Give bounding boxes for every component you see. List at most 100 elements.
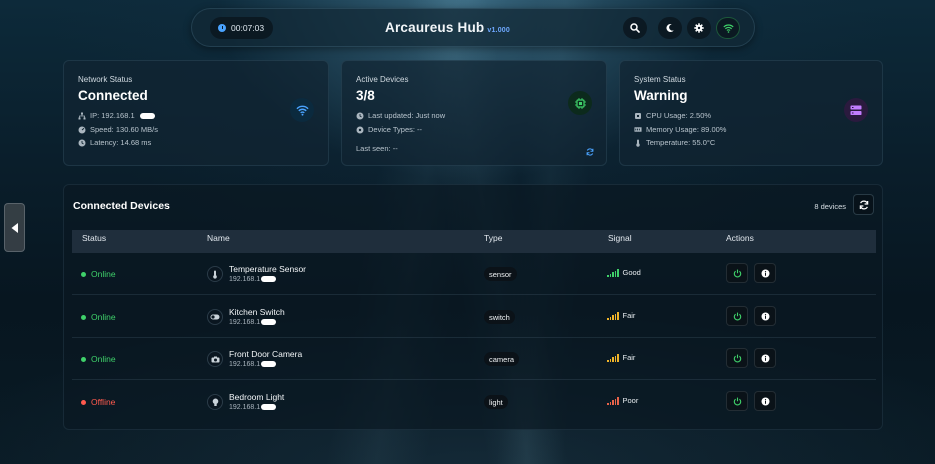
wifi-icon <box>290 98 314 122</box>
power-icon <box>733 354 741 362</box>
signal-bars-icon <box>607 397 619 405</box>
device-types-text: Device Types: -- <box>368 125 423 134</box>
connection-button[interactable] <box>716 17 740 39</box>
network-speed: Speed: 130.60 MB/s <box>78 125 158 134</box>
redacted-ip <box>261 276 277 283</box>
temperature: Temperature: 55.0°C <box>634 138 715 147</box>
table-row: Online Temperature Sensor 192.168.1 sens… <box>72 253 876 295</box>
network-ip: IP: 192.168.1 <box>78 111 155 120</box>
thermometer-icon <box>634 139 642 147</box>
active-devices-card: Active Devices 3/8 Last updated: Just no… <box>341 60 607 166</box>
refresh-button[interactable] <box>853 194 874 215</box>
redacted-ip <box>261 404 277 411</box>
power-button[interactable] <box>726 348 748 368</box>
theme-toggle-button[interactable] <box>658 17 682 39</box>
connected-devices-panel: Connected Devices 8 devices Status Name … <box>63 184 883 430</box>
status-text: Online <box>91 312 116 322</box>
sidebar-toggle-button[interactable] <box>4 203 25 252</box>
device-signal: Poor <box>607 396 638 405</box>
device-ip: 192.168.1 <box>229 319 277 326</box>
last-updated: Last updated: Just now <box>356 111 445 120</box>
clock-icon <box>356 112 364 120</box>
col-name: Name <box>207 233 230 243</box>
device-type-badge: camera <box>484 352 520 366</box>
status-dot <box>81 314 86 320</box>
device-signal: Fair <box>607 353 635 362</box>
device-signal: Good <box>607 268 641 277</box>
network-latency-text: Latency: 14.68 ms <box>90 138 152 147</box>
signal-bars-icon <box>607 312 619 320</box>
camera-icon <box>207 351 223 367</box>
signal-text: Poor <box>622 396 639 405</box>
refresh-icon <box>859 200 868 209</box>
speed-icon <box>78 126 86 134</box>
device-type-badge: light <box>484 395 508 409</box>
power-button[interactable] <box>726 263 748 283</box>
device-status: Offline <box>81 397 115 407</box>
status-dot <box>81 356 86 362</box>
panel-title: Connected Devices <box>73 200 170 212</box>
lightbulb-icon <box>207 394 223 410</box>
power-button[interactable] <box>726 391 748 411</box>
network-speed-text: Speed: 130.60 MB/s <box>90 125 158 134</box>
clock-icon <box>78 139 86 147</box>
col-actions: Actions <box>726 233 754 243</box>
server-icon <box>844 98 868 122</box>
info-button[interactable] <box>754 306 776 326</box>
power-icon <box>733 312 741 320</box>
col-type: Type <box>484 233 503 243</box>
info-icon <box>761 354 769 362</box>
device-signal: Fair <box>607 311 635 320</box>
device-name: Bedroom Light <box>229 392 285 402</box>
info-button[interactable] <box>754 348 776 368</box>
table-row: Online Front Door Camera 192.168.1 camer… <box>72 338 876 380</box>
active-devices-value: 3/8 <box>356 88 375 103</box>
moon-icon <box>666 23 674 32</box>
settings-button[interactable] <box>687 17 711 39</box>
cpu-usage-text: CPU Usage: 2.50% <box>646 111 712 120</box>
info-button[interactable] <box>754 263 776 283</box>
redacted-ip <box>261 319 277 326</box>
device-count: 8 devices <box>814 202 846 211</box>
device-ip: 192.168.1 <box>229 404 277 411</box>
signal-bars-icon <box>607 354 619 362</box>
thermometer-icon <box>207 266 223 282</box>
search-button[interactable] <box>623 17 647 39</box>
table-header: Status Name Type Signal Actions <box>72 230 876 253</box>
clock-icon <box>218 24 226 32</box>
power-icon <box>733 269 741 277</box>
network-status-value: Connected <box>78 88 148 103</box>
status-dot <box>81 271 86 277</box>
tag-icon <box>356 126 364 134</box>
device-name: Temperature Sensor <box>229 264 307 274</box>
network-icon <box>78 112 86 120</box>
memory-icon <box>634 126 642 134</box>
power-icon <box>733 397 741 405</box>
last-seen: Last seen: -- <box>356 144 398 153</box>
system-status-value: Warning <box>634 88 688 103</box>
refresh-devices-icon[interactable] <box>586 143 594 161</box>
signal-text: Fair <box>622 353 636 362</box>
device-status: Online <box>81 312 116 322</box>
device-type-badge: switch <box>484 310 515 324</box>
caret-left-icon <box>11 222 18 233</box>
wifi-icon <box>722 23 734 33</box>
power-button[interactable] <box>726 306 748 326</box>
info-button[interactable] <box>754 391 776 411</box>
timer-text: 00:07:03 <box>231 23 265 33</box>
gear-icon <box>694 23 704 33</box>
temperature-text: Temperature: 55.0°C <box>646 138 716 147</box>
device-name: Kitchen Switch <box>229 307 285 317</box>
device-type-badge: sensor <box>484 267 517 281</box>
status-dot <box>81 399 86 405</box>
memory-usage-text: Memory Usage: 89.00% <box>646 125 727 134</box>
signal-text: Fair <box>622 311 636 320</box>
info-icon <box>761 312 769 320</box>
cpu-usage: CPU Usage: 2.50% <box>634 111 711 120</box>
network-status-card: Network Status Connected IP: 192.168.1 S… <box>63 60 329 166</box>
memory-usage: Memory Usage: 89.00% <box>634 125 726 134</box>
device-ip: 192.168.1 <box>229 361 277 368</box>
device-status: Online <box>81 269 116 279</box>
device-ip: 192.168.1 <box>229 276 277 283</box>
table-row: Online Kitchen Switch 192.168.1 switch F… <box>72 296 876 338</box>
